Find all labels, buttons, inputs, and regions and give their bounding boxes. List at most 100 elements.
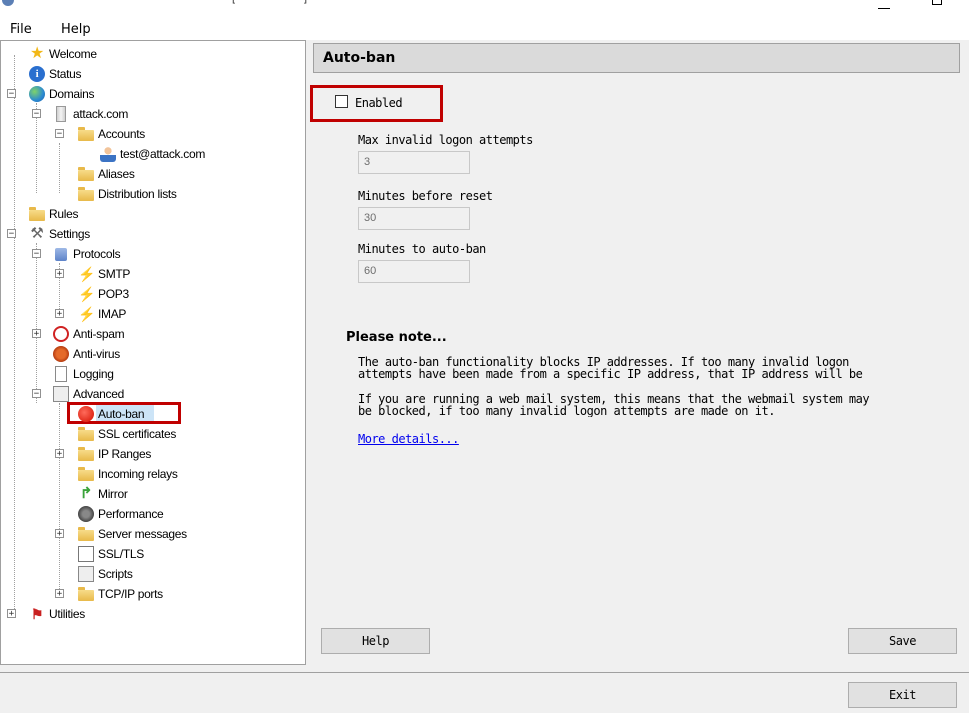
tree-item-domains[interactable]: Domains xyxy=(29,84,95,104)
magnifier-icon xyxy=(53,386,69,402)
tree-item-accounts[interactable]: Accounts xyxy=(78,124,145,144)
tree-item-tcp-ip-ports[interactable]: TCP/IP ports xyxy=(78,584,163,604)
tree-item-logging[interactable]: Logging xyxy=(53,364,114,384)
tree-item-rules[interactable]: Rules xyxy=(29,204,78,224)
help-button[interactable]: Help xyxy=(321,628,430,654)
menu-bar: File Help xyxy=(0,18,969,40)
collapse-icon[interactable]: − xyxy=(7,89,16,99)
virus-icon xyxy=(53,346,69,362)
tree-item-server-messages[interactable]: Server messages xyxy=(78,524,187,544)
tree-item-ssl-tls[interactable]: SSL/TLS xyxy=(78,544,144,564)
tree-item-protocols[interactable]: Protocols xyxy=(53,244,121,264)
tree-line xyxy=(59,143,60,193)
title-fragment-right: ] xyxy=(304,0,307,4)
plug-icon: ⚡ xyxy=(78,286,96,302)
tree-item-advanced[interactable]: Advanced xyxy=(53,384,124,404)
tree-label: Domains xyxy=(49,87,95,101)
tree-item-incoming-relays[interactable]: Incoming relays xyxy=(78,464,178,484)
max-attempts-input[interactable]: 3 xyxy=(358,151,470,174)
navigation-tree xyxy=(0,40,306,665)
tree-item-status[interactable]: i Status xyxy=(29,64,82,84)
expand-icon[interactable]: + xyxy=(55,449,64,459)
tree-item-auto-ban[interactable]: Auto-ban xyxy=(78,404,145,424)
tree-item-scripts[interactable]: Scripts xyxy=(78,564,133,584)
tree-label: SSL certificates xyxy=(98,427,177,441)
tree-item-mirror[interactable]: ↱ Mirror xyxy=(78,484,128,504)
tree-item-pop3[interactable]: ⚡ POP3 xyxy=(78,284,129,304)
collapse-icon[interactable]: − xyxy=(32,389,41,399)
tree-label: Auto-ban xyxy=(98,407,145,421)
tree-item-ssl-certificates[interactable]: SSL certificates xyxy=(78,424,176,444)
exit-button[interactable]: Exit xyxy=(848,682,957,708)
tree-label: Distribution lists xyxy=(98,187,177,201)
tree-item-distribution-lists[interactable]: Distribution lists xyxy=(78,184,177,204)
tree-item-smtp[interactable]: ⚡ SMTP xyxy=(78,264,130,284)
menu-file[interactable]: File xyxy=(10,22,32,37)
folder-icon xyxy=(78,427,94,441)
folder-icon xyxy=(78,467,94,481)
title-fragment-left: [ xyxy=(232,0,235,4)
collapse-icon[interactable]: − xyxy=(55,129,64,139)
expand-icon[interactable]: + xyxy=(55,529,64,539)
no-entry-icon xyxy=(53,326,69,342)
tree-label: Rules xyxy=(49,207,79,221)
minutes-ban-input[interactable]: 60 xyxy=(358,260,470,283)
tree-label: SMTP xyxy=(98,267,131,281)
expand-icon[interactable]: + xyxy=(7,609,16,619)
expand-icon[interactable]: + xyxy=(55,269,64,279)
collapse-icon[interactable]: − xyxy=(32,109,41,119)
expand-icon[interactable]: + xyxy=(32,329,41,339)
collapse-icon[interactable]: − xyxy=(32,249,41,259)
folder-icon xyxy=(29,207,45,221)
note-paragraph-1: The auto-ban functionality blocks IP add… xyxy=(358,356,863,380)
footer-divider xyxy=(0,672,969,673)
tree-label: Protocols xyxy=(73,247,121,261)
expand-icon[interactable]: + xyxy=(55,589,64,599)
tree-label: IMAP xyxy=(98,307,127,321)
title-bar: [ ] xyxy=(0,0,969,18)
tree-item-utilities[interactable]: ⚑ Utilities xyxy=(29,604,85,624)
protocols-icon xyxy=(55,247,67,261)
save-button[interactable]: Save xyxy=(848,628,957,654)
tree-item-account-test[interactable]: test@attack.com xyxy=(100,144,205,164)
enabled-label: Enabled xyxy=(355,96,403,110)
app-icon xyxy=(2,0,14,6)
tree-label: Mirror xyxy=(98,487,128,501)
tree-item-ip-ranges[interactable]: IP Ranges xyxy=(78,444,151,464)
tree-item-anti-spam[interactable]: Anti-spam xyxy=(53,324,125,344)
folder-icon xyxy=(78,447,94,461)
tree-label: Logging xyxy=(73,367,114,381)
tree-item-welcome[interactable]: ★ Welcome xyxy=(29,44,97,64)
tree-label: SSL/TLS xyxy=(98,547,144,561)
minutes-reset-input[interactable]: 30 xyxy=(358,207,470,230)
tree-item-aliases[interactable]: Aliases xyxy=(78,164,135,184)
script-icon xyxy=(78,566,94,582)
plug-icon: ⚡ xyxy=(78,306,96,322)
certificate-icon xyxy=(78,546,94,562)
tree-label: TCP/IP ports xyxy=(98,587,163,601)
tree-line xyxy=(14,55,15,615)
tools-icon: ⚒ xyxy=(30,225,44,242)
note-paragraph-2: If you are running a web mail system, th… xyxy=(358,393,870,417)
tree-label: Scripts xyxy=(98,567,133,581)
tree-item-imap[interactable]: ⚡ IMAP xyxy=(78,304,126,324)
tree-label: Accounts xyxy=(98,127,145,141)
more-details-link[interactable]: More details... xyxy=(358,432,459,446)
maximize-icon[interactable] xyxy=(932,0,942,5)
tree-item-domain-attack[interactable]: attack.com xyxy=(53,104,128,124)
tree-label: Incoming relays xyxy=(98,467,178,481)
tree-item-settings[interactable]: ⚒ Settings xyxy=(29,224,90,244)
tree-item-anti-virus[interactable]: Anti-virus xyxy=(53,344,120,364)
expand-icon[interactable]: + xyxy=(55,309,64,319)
folder-icon xyxy=(78,527,94,541)
tree-line xyxy=(36,243,37,403)
tree-label: POP3 xyxy=(98,287,129,301)
menu-help[interactable]: Help xyxy=(61,22,91,37)
folder-icon xyxy=(78,167,94,181)
minimize-icon[interactable] xyxy=(878,0,890,9)
panel-header: Auto-ban xyxy=(313,43,960,73)
collapse-icon[interactable]: − xyxy=(7,229,16,239)
tree-label: Anti-spam xyxy=(73,327,125,341)
enabled-checkbox[interactable] xyxy=(335,95,348,108)
tree-item-performance[interactable]: Performance xyxy=(78,504,164,524)
